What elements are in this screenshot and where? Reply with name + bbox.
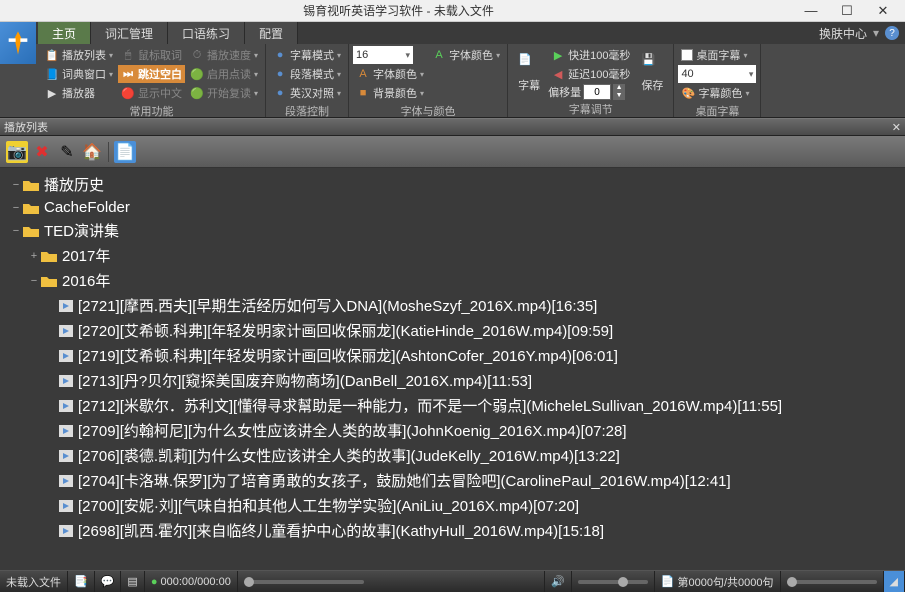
ribbon-font-color2[interactable]: A字体颜色▾ (353, 65, 427, 83)
tab-config[interactable]: 配置 (245, 22, 298, 44)
volume-icon[interactable]: 🔊 (545, 571, 572, 592)
ribbon-subtitle-color[interactable]: 🎨字幕颜色▾ (678, 84, 756, 102)
panel-title: 播放列表 (4, 119, 48, 135)
offset-down[interactable]: ▼ (613, 92, 625, 100)
ribbon-bg-color[interactable]: ■背景颜色▾ (353, 84, 427, 102)
tree-folder[interactable]: +2017年 (0, 243, 905, 268)
tree-folder[interactable]: −CacheFolder (0, 197, 905, 218)
tree-file[interactable]: [2720][艾希顿.科弗][年轻发明家计画回收保丽龙](KatieHinde_… (0, 318, 905, 343)
ribbon-dict-window[interactable]: 📘词典窗口▾ (42, 65, 116, 83)
playlist-tree: −播放历史 −CacheFolder −TED演讲集 +2017年 −2016年… (0, 168, 905, 570)
ribbon-font-color1[interactable]: A字体颜色▾ (429, 46, 503, 64)
tab-vocab[interactable]: 词汇管理 (91, 22, 168, 44)
status-sentence: 📄第0000句/共0000句 (655, 571, 781, 592)
ribbon-speed[interactable]: ⏱播放速度▾ (187, 46, 261, 64)
window-controls: — ☐ ✕ (793, 3, 901, 19)
ribbon-delay-100ms[interactable]: ◀延迟100毫秒 (548, 65, 633, 83)
tab-home[interactable]: 主页 (38, 22, 91, 44)
status-btn3[interactable]: ▤ (121, 571, 144, 592)
volume-slider[interactable] (572, 571, 655, 592)
ribbon: 📋播放列表▾ 📘词典窗口▾ ▶播放器 🖱鼠标取词 ⏭跳过空白 🔴显示中文 ⏱播放… (0, 44, 905, 118)
skin-center-link[interactable]: 换肤中心 (819, 25, 867, 42)
tree-file[interactable]: [2712][米歇尔．苏利文][懂得寻求幫助是一种能力，而不是一个弱点](Mic… (0, 393, 905, 418)
ribbon-forward-100ms[interactable]: ▶快进100毫秒 (548, 46, 633, 64)
status-time: ●000:00/000:00 (145, 571, 238, 592)
tbtn-delete-icon[interactable]: ✖ (31, 141, 53, 163)
ribbon-desktop-subtitle-check[interactable]: 桌面字幕▾ (678, 46, 756, 64)
ribbon-group-label: 字幕调节 (512, 100, 669, 118)
tree-file[interactable]: [2704][卡洛琳.保罗][为了培育勇敢的女孩子，鼓励她们去冒险吧](Caro… (0, 468, 905, 493)
ribbon-group-desktop-subtitle: 桌面字幕▾ 40▾ 🎨字幕颜色▾ 桌面字幕 (674, 44, 761, 117)
status-corner-icon[interactable]: ◢ (884, 571, 905, 592)
offset-up[interactable]: ▲ (613, 84, 625, 92)
ribbon-playlist[interactable]: 📋播放列表▾ (42, 46, 116, 64)
tree-file[interactable]: [2709][约翰柯尼][为什么女性应该讲全人类的故事](JohnKoenig_… (0, 418, 905, 443)
playlist-toolbar: 📷 ✖ ✎ 🏠 📄 (0, 136, 905, 168)
panel-close-icon[interactable]: ✕ (892, 121, 901, 134)
ribbon-save[interactable]: 💾保存 (635, 46, 669, 100)
ribbon-en-cn[interactable]: ●英汉对照▾ (270, 84, 344, 102)
ribbon-subtitle-mode[interactable]: ●字幕模式▾ (270, 46, 344, 64)
offset-input[interactable] (583, 84, 611, 100)
ribbon-group-subtitle-adjust: 📄字幕 ▶快进100毫秒 ◀延迟100毫秒 偏移量 ▲▼ 💾保存 字幕调节 (508, 44, 674, 117)
window-title: 锡育视听英语学习软件 - 未载入文件 (4, 2, 793, 19)
close-button[interactable]: ✕ (873, 3, 893, 19)
ribbon-skip-blank[interactable]: ⏭跳过空白 (118, 65, 185, 83)
sentence-slider[interactable] (781, 571, 884, 592)
tbtn-action2-icon[interactable]: 🏠 (81, 141, 103, 163)
status-btn2[interactable]: 💬 (95, 571, 122, 592)
ribbon-group-paragraph: ●字幕模式▾ ●段落模式▾ ●英汉对照▾ 段落控制 (266, 44, 349, 117)
statusbar: 未载入文件 📑 💬 ▤ ●000:00/000:00 🔊 📄第0000句/共00… (0, 570, 905, 592)
desktop-subtitle-size-combo[interactable]: 40▾ (678, 65, 756, 83)
titlebar: 锡育视听英语学习软件 - 未载入文件 — ☐ ✕ (0, 0, 905, 22)
ribbon-click-read[interactable]: 🟢启用点读▾ (187, 65, 261, 83)
ribbon-show-cn[interactable]: 🔴显示中文 (118, 84, 185, 102)
tree-folder[interactable]: −2016年 (0, 268, 905, 293)
font-size-combo[interactable]: 16▾ (353, 46, 413, 64)
ribbon-player[interactable]: ▶播放器 (42, 84, 116, 102)
app-logo-icon (0, 22, 36, 64)
help-icon[interactable]: ? (885, 26, 899, 40)
tree-file[interactable]: [2698][凯西.霍尔][来自临终儿童看护中心的故事](KathyHull_2… (0, 518, 905, 543)
tree-folder[interactable]: −播放历史 (0, 172, 905, 197)
progress-slider[interactable] (238, 571, 545, 592)
ribbon-subtitle-big[interactable]: 📄字幕 (512, 46, 546, 100)
tree-file[interactable]: [2713][丹?贝尔][窥探美国废弃购物商场](DanBell_2016X.m… (0, 368, 905, 393)
tab-speaking[interactable]: 口语练习 (168, 22, 245, 44)
maximize-button[interactable]: ☐ (837, 3, 857, 19)
tree-file[interactable]: [2706][裘德.凯莉][为什么女性应该讲全人类的故事](JudeKelly_… (0, 443, 905, 468)
panel-header: 播放列表 ✕ (0, 118, 905, 136)
tab-bar: 主页 词汇管理 口语练习 配置 换肤中心 ▾ ? (0, 22, 905, 44)
tree-folder[interactable]: −TED演讲集 (0, 218, 905, 243)
status-btn1[interactable]: 📑 (68, 571, 95, 592)
ribbon-mouse-word[interactable]: 🖱鼠标取词 (118, 46, 185, 64)
tbtn-camera-icon[interactable]: 📷 (6, 141, 28, 163)
header-right: 换肤中心 ▾ ? (819, 22, 905, 44)
ribbon-repeat[interactable]: 🟢开始复读▾ (187, 84, 261, 102)
status-file: 未载入文件 (0, 571, 68, 592)
ribbon-group-font: 16▾ A字体颜色▾ ■背景颜色▾ A字体颜色▾ 字体与颜色 (349, 44, 508, 117)
tree-file[interactable]: [2700][安妮·刘][气味自拍和其他人工生物学实验](AniLiu_2016… (0, 493, 905, 518)
tbtn-action1-icon[interactable]: ✎ (56, 141, 78, 163)
ribbon-group-common: 📋播放列表▾ 📘词典窗口▾ ▶播放器 🖱鼠标取词 ⏭跳过空白 🔴显示中文 ⏱播放… (38, 44, 266, 117)
minimize-button[interactable]: — (801, 3, 821, 19)
tree-file[interactable]: [2721][摩西.西夫][早期生活经历如何写入DNA](MosheSzyf_2… (0, 293, 905, 318)
tbtn-view-icon[interactable]: 📄 (114, 141, 136, 163)
ribbon-offset: 偏移量 ▲▼ (548, 84, 633, 100)
ribbon-paragraph-mode[interactable]: ●段落模式▾ (270, 65, 344, 83)
tree-file[interactable]: [2719][艾希顿.科弗][年轻发明家计画回收保丽龙](AshtonCofer… (0, 343, 905, 368)
